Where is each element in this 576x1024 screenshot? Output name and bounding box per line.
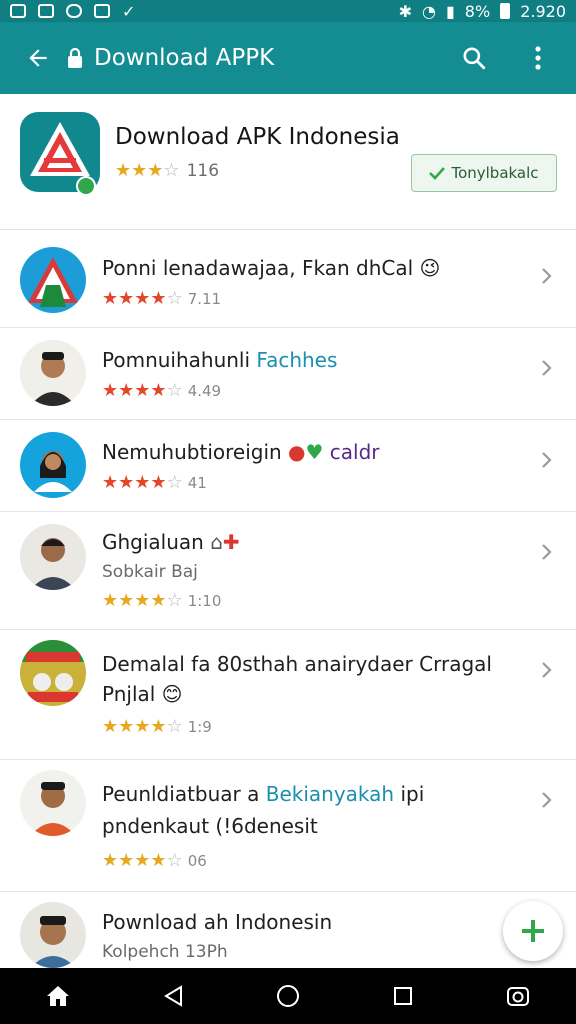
chevron-right-icon [542,792,552,808]
arrow-back-icon [29,49,47,67]
list-item-subtitle: Sobkair Baj [102,562,198,582]
list-item[interactable]: Nemuhubtioreigin ●♥ caldr ★ ★ ★ ★ ☆ 41 [0,420,576,512]
recents-nav-button[interactable] [379,972,427,1020]
featured-rating: ★ ★ ★ ☆ 116 [115,160,219,181]
wifi-icon: ◔ [422,1,436,21]
signal-icon: ▮ [445,1,455,21]
list-item-title: Nemuhubtioreigin ●♥ caldr [102,440,380,464]
back-nav-button[interactable] [149,972,197,1020]
search-icon [463,47,486,70]
app-bar: Download APPK [0,22,576,94]
lock-icon [68,47,82,68]
camera-icon [507,987,530,1006]
page-title: Download APPK [94,45,275,71]
chevron-right-icon [542,360,552,376]
featured-app-name: Download APK Indonesia [115,124,400,150]
avatar [20,902,86,968]
featured-stars: ★ ★ ★ ☆ [115,160,180,181]
plus-icon [522,920,544,942]
alarm-notification-icon [66,4,82,18]
bluetooth-icon: ✱ [398,1,413,21]
avatar [20,770,86,836]
triangle-back-icon [163,985,182,1007]
list-item-rating: ★ ★ ★ ★ ☆ 41 [102,472,207,493]
list-item-subtitle: Pnjlal 😊 [102,682,183,706]
home-circle-nav-button[interactable] [264,972,312,1020]
install-label: Tonylbakalc [451,164,539,182]
list-item-title: Peunldiatbuar a Bekianyakah ipi [102,782,425,806]
mail-notification-icon [38,4,54,18]
chevron-right-icon [542,662,552,678]
list-item[interactable]: Pownload ah Indonesin Kolpehch 13Ph [0,892,576,968]
list-item-title: Pownload ah Indonesin [102,910,333,934]
app-list: Ponni lenadawajaa, Fkan dhCal 😉 ★ ★ ★ ★ ☆ 7.… [0,232,576,968]
list-item-title: Ponni lenadawajaa, Fkan dhCal 😉 [102,256,441,280]
list-item-rating: ★ ★ ★ ★ ☆ 1:10 [102,590,222,611]
gallery-notification-icon [10,4,26,18]
avatar [20,432,86,498]
list-item-rating: ★ ★ ★ ★ ☆ 1:9 [102,716,212,737]
home-nav-button[interactable] [34,972,82,1020]
list-item-subtitle: Kolpehch 13Ph [102,942,228,962]
search-button[interactable] [452,36,496,80]
list-item[interactable]: Demalal fa 80sthah anairydaer Crragal Pn… [0,630,576,760]
back-button[interactable] [10,22,66,94]
featured-rating-count: 116 [186,160,220,181]
more-vert-icon [535,46,541,70]
list-item-rating: ★ ★ ★ ★ ☆ 06 [102,850,207,871]
circle-icon [276,985,299,1007]
list-item-subtitle: pndenkaut (!6denesit [102,814,318,838]
avatar [20,524,86,590]
chevron-right-icon [542,452,552,468]
add-fab-button[interactable] [503,901,563,961]
list-item-rating: ★ ★ ★ ★ ☆ 4.49 [102,380,222,401]
list-item-title: Demalal fa 80sthah anairydaer Crragal [102,652,492,676]
list-item-title: Pomnuihahunli Fachhes [102,348,338,372]
screenshot-nav-button[interactable] [494,972,542,1020]
chevron-right-icon [542,268,552,284]
square-icon [394,987,413,1005]
list-item-rating: ★ ★ ★ ★ ☆ 7.11 [102,288,222,309]
check-notification-icon: ✓ [122,1,136,21]
avatar [20,640,86,706]
list-item[interactable]: Pomnuihahunli Fachhes ★ ★ ★ ★ ☆ 4.49 [0,328,576,420]
clock: 2.920 [520,1,566,21]
system-nav-bar [0,968,576,1024]
home-icon [46,986,69,1006]
shop-notification-icon [94,4,110,18]
check-icon [429,167,446,180]
install-button[interactable]: Tonylbakalc [411,154,557,192]
list-item-title: Ghgialuan ⌂✚ [102,530,240,554]
featured-app-card[interactable]: Download APK Indonesia ★ ★ ★ ☆ 116 Tonylbak… [0,94,576,230]
list-item[interactable]: Peunldiatbuar a Bekianyakah ipi pndenkau… [0,760,576,892]
verified-badge-icon [76,176,96,196]
list-item[interactable]: Ponni lenadawajaa, Fkan dhCal 😉 ★ ★ ★ ★ ☆ 7.… [0,232,576,328]
chevron-right-icon [542,544,552,560]
battery-icon [500,3,511,19]
status-bar: ✓ ✱ ◔ ▮ 8% 2.920 [0,0,576,22]
avatar [20,247,86,313]
overflow-menu-button[interactable] [516,36,560,80]
list-item[interactable]: Ghgialuan ⌂✚ Sobkair Baj ★ ★ ★ ★ ☆ 1:10 [0,512,576,630]
battery-percent: 8% [464,1,491,21]
avatar [20,340,86,406]
notification-icons: ✓ [10,2,135,21]
